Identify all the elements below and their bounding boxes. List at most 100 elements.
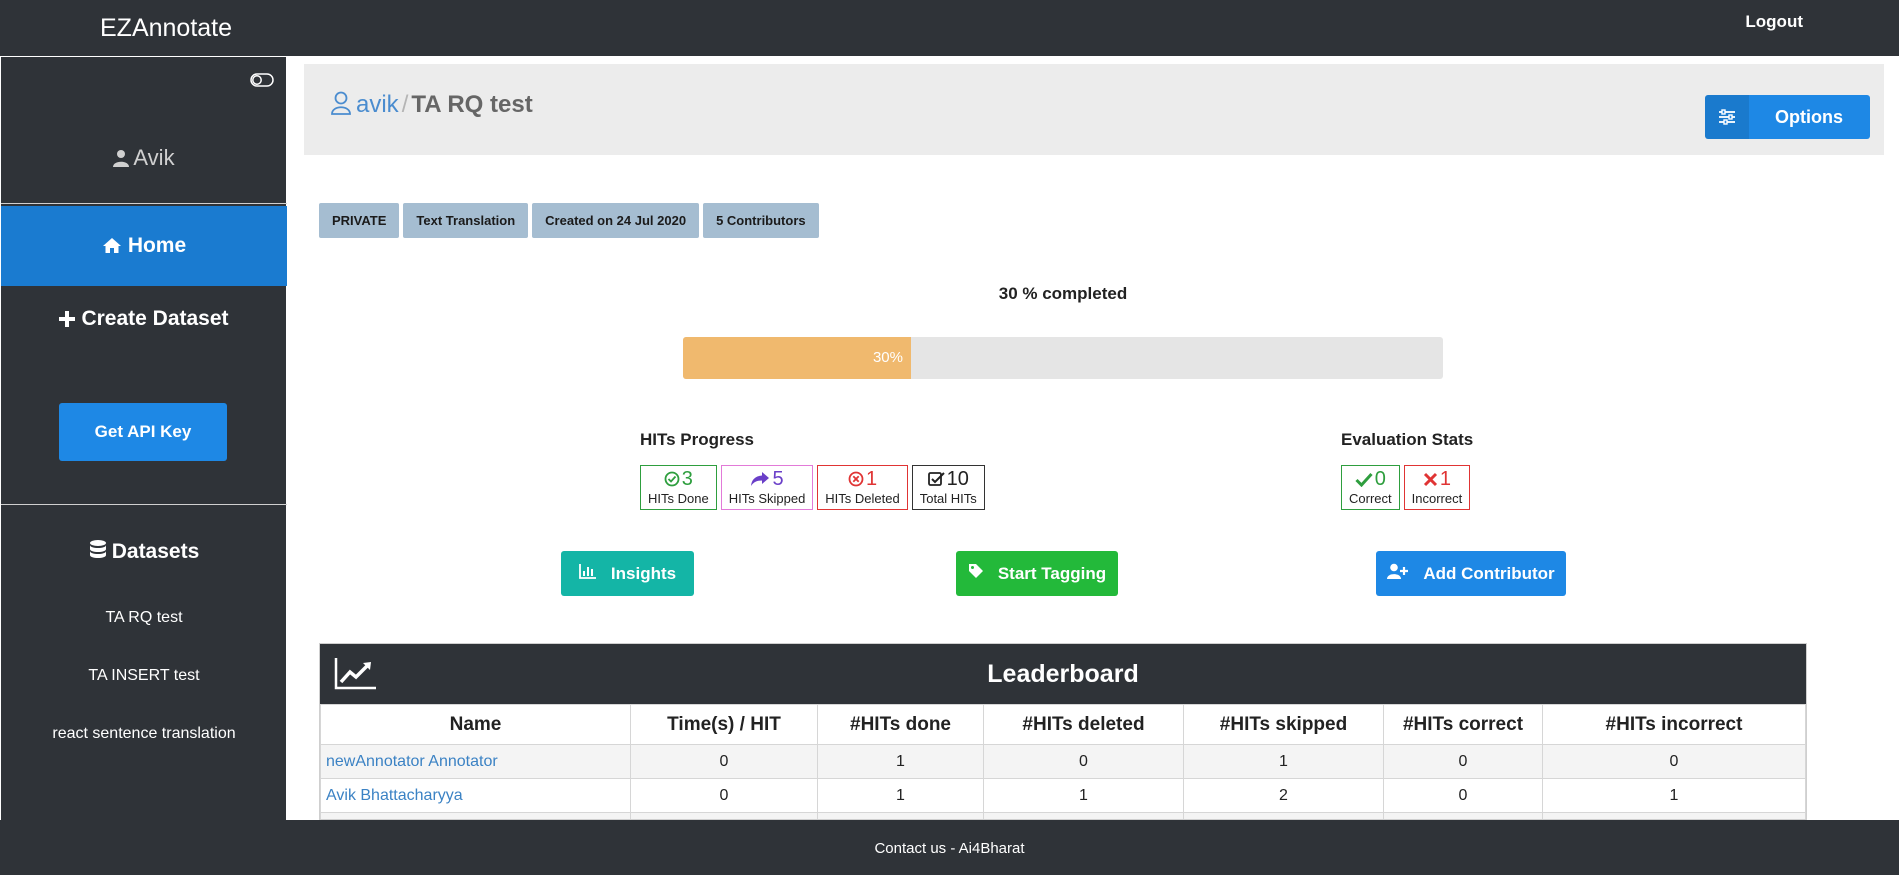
breadcrumb-separator: / — [401, 91, 409, 118]
task-type-tag: Text Translation — [403, 203, 529, 238]
add-contributor-button-label: Add Contributor — [1423, 563, 1555, 583]
table-cell — [817, 812, 984, 819]
logout-link[interactable]: Logout — [1745, 12, 1803, 32]
table-cell — [1183, 812, 1384, 819]
evaluation-stats-title: Evaluation Stats — [1341, 430, 1474, 449]
visibility-tag: PRIVATE — [319, 203, 400, 238]
start-tagging-button[interactable]: Start Tagging — [956, 551, 1118, 596]
footer-contact-link[interactable]: Contact us - Ai4Bharat — [874, 840, 1024, 857]
annotator-name-link[interactable]: Avik Bhattacharyya — [320, 778, 631, 813]
hits-deleted-value: 1 — [865, 468, 878, 490]
table-cell: 1 — [983, 778, 1184, 813]
check-circle-icon — [664, 468, 682, 490]
table-cell — [630, 812, 818, 819]
table-cell: 1 — [1183, 744, 1384, 779]
project-header: avik / TA RQ test Options — [304, 64, 1884, 155]
sidebar-item-home[interactable]: Home — [1, 206, 287, 286]
check-icon — [1355, 468, 1375, 490]
datasets-heading: Datasets — [1, 539, 287, 564]
leaderboard-header: Leaderboard — [320, 644, 1806, 704]
leaderboard-title: Leaderboard — [987, 660, 1139, 688]
column-header[interactable]: #HITs correct — [1383, 704, 1543, 745]
total-hits-value: 10 — [946, 468, 969, 490]
database-icon — [89, 540, 112, 563]
start-tagging-button-label: Start Tagging — [997, 563, 1107, 583]
add-contributor-button[interactable]: Add Contributor — [1376, 551, 1566, 596]
table-cell: 0 — [1383, 778, 1543, 813]
annotator-name-link[interactable]: newAnnotator Annotator — [320, 744, 631, 779]
leaderboard: Leaderboard Name Time(s) / HIT #HITs don… — [319, 643, 1807, 820]
bar-chart-icon — [579, 563, 597, 584]
user-icon — [113, 145, 133, 170]
table-cell — [1542, 812, 1806, 819]
incorrect-label: Incorrect — [1411, 491, 1463, 506]
insights-button-label: Insights — [610, 563, 677, 583]
app-brand[interactable]: EZAnnotate — [100, 14, 232, 43]
user-plus-icon — [1387, 563, 1409, 584]
column-header[interactable]: #HITs done — [817, 704, 984, 745]
contributors-tag: 5 Contributors — [703, 203, 819, 238]
footer: Contact us - Ai4Bharat — [0, 820, 1899, 875]
annotator-name-link[interactable] — [320, 812, 631, 819]
hits-done-label: HITs Done — [648, 491, 709, 506]
hits-done-stat: 3 HITs Done — [640, 465, 717, 510]
table-cell: 0 — [983, 744, 1184, 779]
table-cell: 0 — [630, 778, 818, 813]
correct-stat: 0 Correct — [1341, 465, 1400, 510]
plus-icon — [59, 307, 81, 330]
table-cell — [1383, 812, 1543, 819]
insights-button[interactable]: Insights — [561, 551, 694, 596]
leaderboard-table: Name Time(s) / HIT #HITs done #HITs dele… — [320, 704, 1806, 819]
sidebar-item-create-dataset[interactable]: Create Dataset — [1, 307, 287, 331]
hits-deleted-stat: 1 HITs Deleted — [817, 465, 908, 510]
incorrect-value: 1 — [1439, 468, 1451, 490]
evaluation-stats: 0 Correct 1 Incorrect — [1341, 465, 1471, 510]
table-cell: 1 — [817, 778, 984, 813]
hits-skipped-value: 5 — [772, 468, 784, 490]
options-button[interactable]: Options — [1705, 95, 1870, 139]
breadcrumb-project: TA RQ test — [411, 91, 533, 118]
column-header[interactable]: #HITs skipped — [1183, 704, 1384, 745]
hits-deleted-label: HITs Deleted — [825, 491, 900, 506]
sidebar-user-name: Avik — [133, 145, 175, 170]
table-row: newAnnotator Annotator 0 1 0 1 0 0 — [320, 744, 1806, 779]
table-cell: 0 — [1383, 744, 1543, 779]
sidebar: Avik Home Create Dataset Get API Key Dat… — [0, 56, 287, 820]
table-cell: 1 — [817, 744, 984, 779]
toggle-icon[interactable] — [250, 73, 274, 92]
dataset-link[interactable]: TA RQ test — [1, 609, 287, 627]
created-date-tag: Created on 24 Jul 2020 — [532, 203, 700, 238]
column-header[interactable]: Time(s) / HIT — [630, 704, 818, 745]
sidebar-divider — [1, 203, 287, 204]
total-hits-stat: 10 Total HITs — [911, 465, 985, 510]
datasets-heading-label: Datasets — [111, 540, 200, 563]
times-circle-icon — [848, 468, 866, 490]
hits-skipped-stat: 5 HITs Skipped — [720, 465, 814, 510]
column-header[interactable]: #HITs incorrect — [1542, 704, 1806, 745]
project-tags: PRIVATE Text Translation Created on 24 J… — [319, 203, 819, 238]
total-hits-label: Total HITs — [919, 491, 977, 506]
table-row: Avik Bhattacharyya 0 1 1 2 0 1 — [320, 778, 1806, 813]
table-row — [320, 812, 1806, 819]
progress-bar: 30% — [683, 337, 1443, 379]
column-header[interactable]: #HITs deleted — [983, 704, 1184, 745]
breadcrumb-owner-link[interactable]: avik — [356, 91, 399, 118]
table-cell: 2 — [1183, 778, 1384, 813]
progress-label: 30 % completed — [998, 284, 1128, 303]
get-api-key-button[interactable]: Get API Key — [59, 403, 227, 461]
sliders-icon — [1705, 95, 1749, 139]
top-navbar: EZAnnotate Logout — [0, 0, 1899, 56]
table-cell: 0 — [630, 744, 818, 779]
hits-done-value: 3 — [681, 468, 693, 490]
share-arrow-icon — [750, 468, 772, 490]
check-square-icon — [927, 468, 947, 490]
column-header[interactable]: Name — [320, 704, 631, 745]
breadcrumb: avik / TA RQ test — [330, 91, 533, 119]
dataset-link[interactable]: react sentence translation — [1, 725, 287, 743]
sidebar-divider — [1, 504, 287, 505]
table-cell — [983, 812, 1184, 819]
sidebar-user: Avik — [1, 145, 287, 171]
sidebar-item-home-label: Home — [127, 234, 187, 257]
home-icon — [102, 234, 128, 257]
dataset-link[interactable]: TA INSERT test — [1, 667, 287, 685]
